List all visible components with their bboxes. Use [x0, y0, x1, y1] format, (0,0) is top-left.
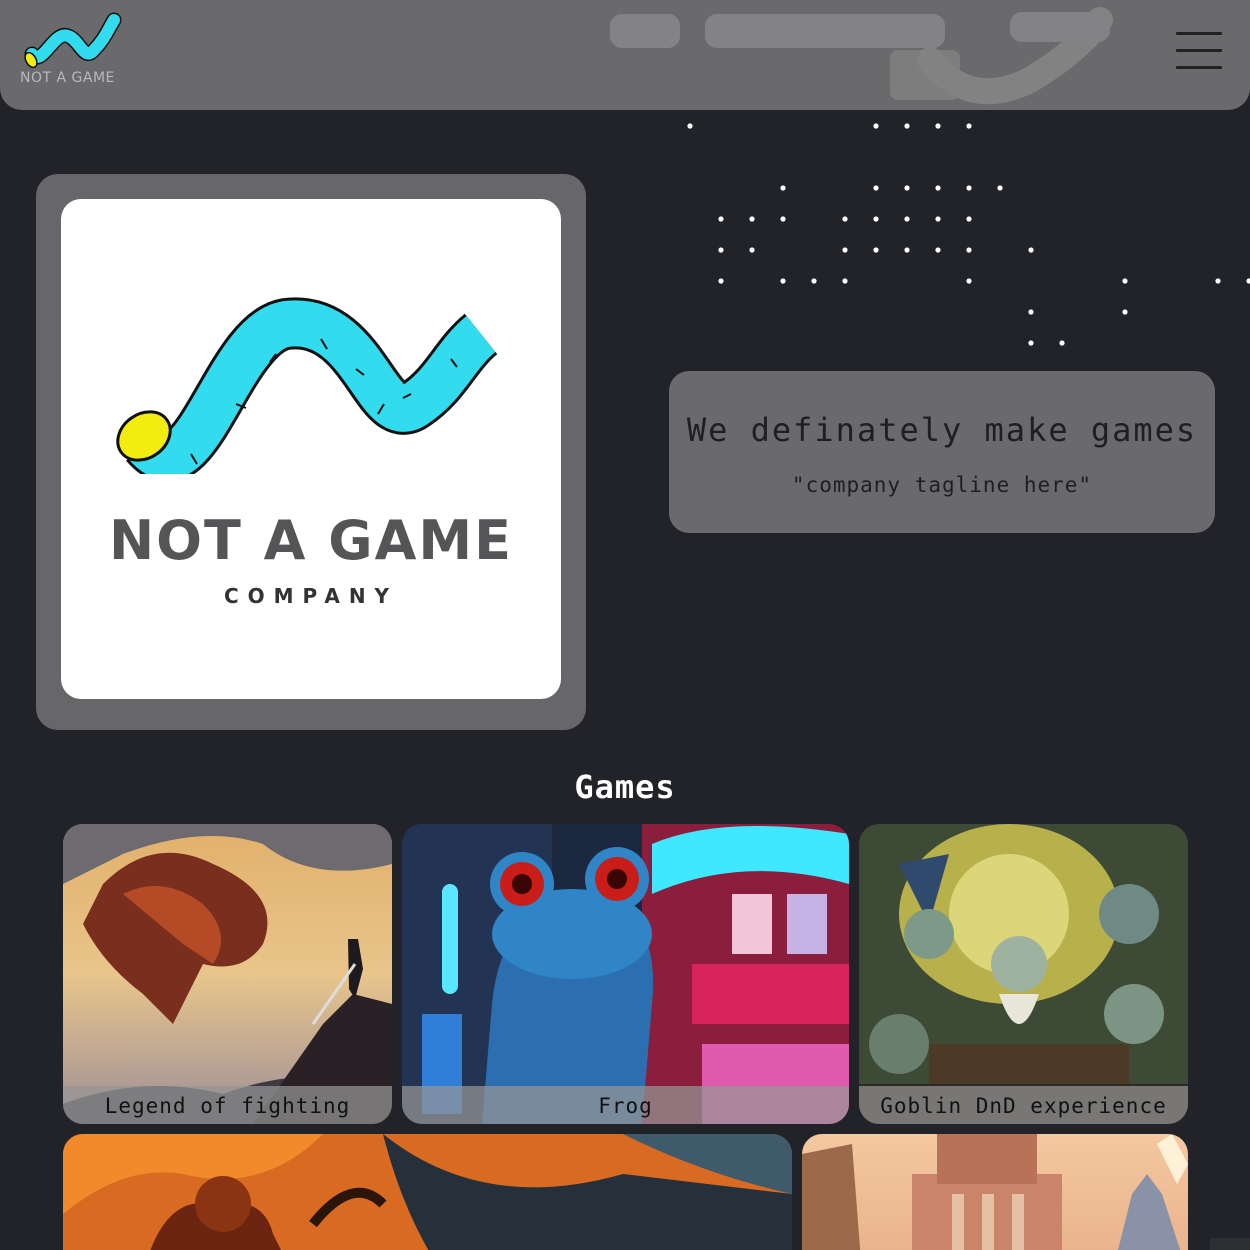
game-title: Goblin DnD experience — [859, 1086, 1188, 1124]
site-header: NOT A GAME — [0, 0, 1250, 110]
game-image — [402, 824, 849, 1124]
tagline-card: We definately make games "company taglin… — [669, 371, 1215, 533]
game-tile-4[interactable] — [63, 1134, 792, 1250]
logo-text: NOT A GAME — [20, 70, 115, 86]
game-tile-goblin-dnd-experience[interactable]: Goblin DnD experience — [859, 824, 1188, 1124]
game-title: Frog — [402, 1086, 849, 1124]
hero-logo-frame: NOT A GAME COMPANY — [36, 174, 586, 730]
game-title: Legend of fighting — [63, 1086, 392, 1124]
game-image — [63, 1134, 792, 1250]
worm-logo-icon — [24, 12, 122, 69]
worm-logo-icon — [116, 297, 499, 474]
tagline-text: "company tagline here" — [791, 473, 1093, 497]
game-image — [802, 1134, 1188, 1250]
hero-logo-subtitle: COMPANY — [223, 584, 399, 608]
game-image — [859, 824, 1188, 1124]
hero-logo-title: NOT A GAME — [108, 509, 514, 572]
tagline-title: We definately make games — [686, 411, 1198, 449]
header-background-art — [610, 7, 1113, 105]
scroll-to-top-button[interactable] — [1210, 1238, 1250, 1250]
hero-logo-card: NOT A GAME COMPANY — [61, 199, 561, 699]
game-tile-5[interactable] — [802, 1134, 1188, 1250]
hamburger-menu-icon[interactable] — [1176, 32, 1222, 72]
game-tile-legend-of-fighting[interactable]: Legend of fighting — [63, 824, 392, 1124]
game-tile-frog[interactable]: Frog — [402, 824, 849, 1124]
game-image — [63, 824, 392, 1124]
games-heading: Games — [574, 768, 676, 806]
